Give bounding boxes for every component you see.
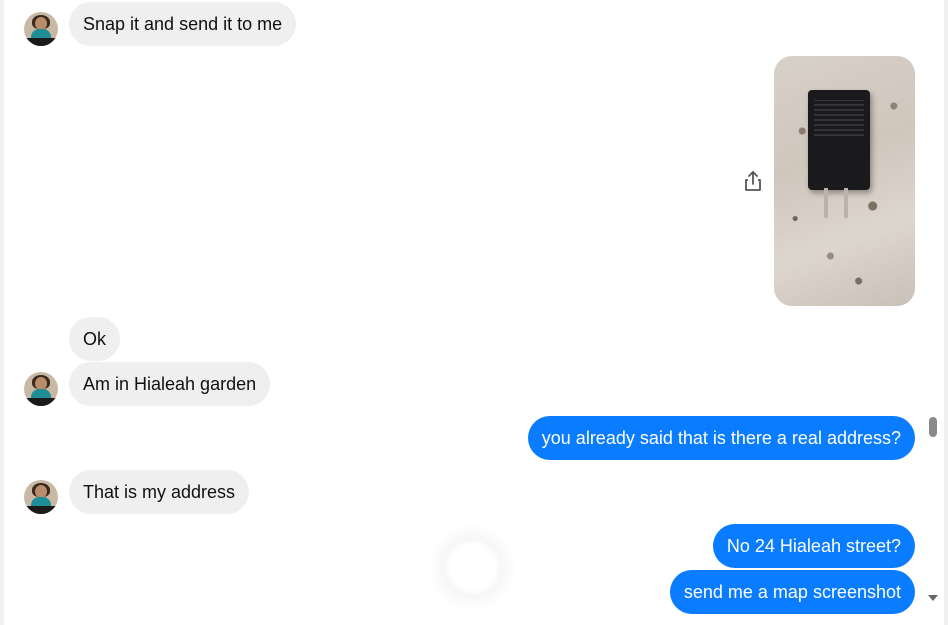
sent-photo[interactable] (774, 56, 915, 306)
chevron-down-icon[interactable] (926, 592, 940, 604)
contact-avatar[interactable] (24, 12, 58, 46)
incoming-message[interactable]: Snap it and send it to me (69, 2, 297, 46)
outgoing-message[interactable]: send me a map screenshot (669, 570, 915, 614)
window-edge-right (944, 0, 948, 625)
incoming-message[interactable]: That is my address (69, 470, 250, 514)
charger-image (808, 90, 870, 190)
outgoing-message[interactable]: No 24 Hialeah street? (712, 524, 915, 568)
contact-avatar[interactable] (24, 480, 58, 514)
incoming-message[interactable]: Ok (69, 317, 121, 361)
window-edge-left (0, 0, 4, 625)
outgoing-message[interactable]: you already said that is there a real ad… (527, 416, 915, 460)
chat-window: Snap it and send it to me Ok Am in Hiale… (0, 0, 948, 625)
contact-avatar[interactable] (24, 372, 58, 406)
share-icon[interactable] (742, 170, 764, 192)
incoming-message[interactable]: Am in Hialeah garden (69, 362, 271, 406)
loading-indicator (425, 525, 520, 610)
scrollbar-thumb[interactable] (929, 417, 937, 437)
